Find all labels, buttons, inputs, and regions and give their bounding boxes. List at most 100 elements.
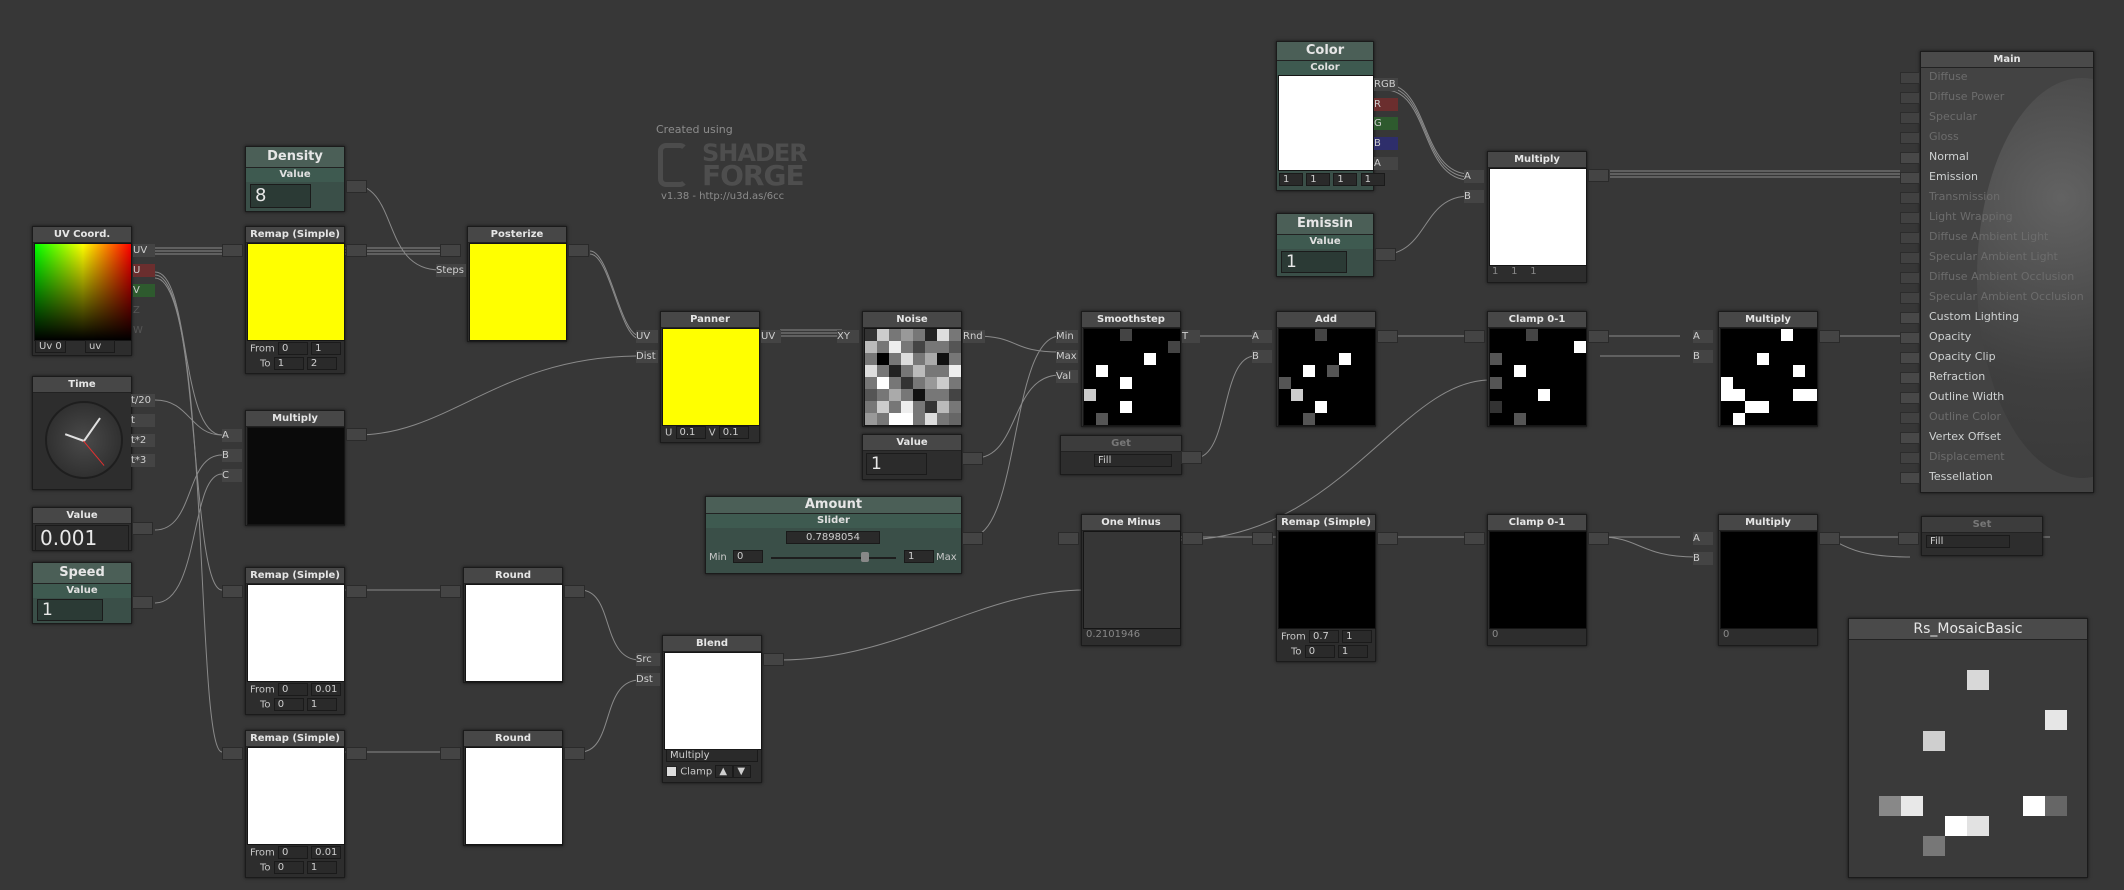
remap2-from-a[interactable]: 0 (277, 683, 308, 696)
panner-u-field[interactable]: 0.1 (675, 426, 706, 439)
amount-node[interactable]: Amount Slider 0.7898054 Min 0 1 Max (705, 496, 962, 574)
smoothstep-in-min[interactable]: Min (1056, 330, 1078, 343)
multiply-top-in-b[interactable]: B (1464, 190, 1484, 203)
multiply-a-in-c[interactable]: C (222, 469, 242, 482)
color-out-b[interactable]: B (1374, 137, 1398, 150)
color-out-g[interactable]: G (1374, 117, 1398, 130)
smoothstep-in-max[interactable]: Max (1056, 350, 1078, 363)
round1-out[interactable] (564, 585, 585, 598)
round1-in[interactable] (440, 585, 461, 598)
amount-slider-handle[interactable] (861, 552, 869, 562)
round2-out[interactable] (564, 747, 585, 760)
remap3-out[interactable] (346, 747, 367, 760)
add-in-b[interactable]: B (1252, 350, 1272, 363)
main-input-port[interactable] (1900, 72, 1920, 84)
emission-value-out[interactable] (1375, 248, 1396, 261)
panner-in-uv[interactable]: UV (636, 330, 658, 343)
smoothstep-node[interactable]: Smoothstep (1081, 311, 1181, 427)
remap2-to-a[interactable]: 0 (273, 698, 304, 711)
remap4-to-a[interactable]: 0 (1304, 645, 1335, 658)
remap3-node[interactable]: Remap (Simple) From 0 0.01 To 0 1 (245, 730, 345, 878)
main-input-port[interactable] (1900, 452, 1920, 464)
emission-value-field[interactable]: 1 (1281, 251, 1347, 273)
panner-node[interactable]: Panner U 0.1 V 0.1 (660, 311, 760, 443)
remap2-in[interactable] (222, 585, 243, 598)
amount-max-field[interactable]: 1 (904, 550, 934, 563)
one-minus-node[interactable]: One Minus 0.2101946 (1081, 514, 1181, 646)
amount-min-field[interactable]: 0 (733, 550, 763, 563)
multiply-mid-in-b[interactable]: B (1693, 350, 1713, 363)
uv-out-uv[interactable]: UV (133, 244, 155, 257)
remap4-node[interactable]: Remap (Simple) From 0.7 1 To 0 1 (1276, 514, 1376, 662)
multiply-low-in-a[interactable]: A (1693, 532, 1713, 545)
color-out-r[interactable]: R (1374, 98, 1398, 111)
uv-out-v[interactable]: V (133, 284, 155, 297)
up-arrow-icon[interactable]: ▲ (715, 765, 734, 778)
add-in-a[interactable]: A (1252, 330, 1272, 343)
remap2-node[interactable]: Remap (Simple) From 0 0.01 To 0 1 (245, 567, 345, 715)
speed-field[interactable]: 1 (37, 599, 103, 621)
multiply-low-out[interactable] (1819, 532, 1840, 545)
round2-node[interactable]: Round (463, 730, 563, 846)
get-fill-node[interactable]: Get Fill (1060, 435, 1182, 475)
add-out[interactable] (1377, 330, 1398, 343)
panner-v-field[interactable]: 0.1 (718, 426, 749, 439)
posterize-in[interactable] (440, 244, 461, 257)
remap1-node[interactable]: Remap (Simple) From 0 1 To 1 2 (245, 226, 345, 374)
remap3-from-b[interactable]: 0.01 (311, 846, 342, 859)
smoothstep-out-t[interactable]: T (1182, 330, 1200, 343)
density-field[interactable]: 8 (250, 184, 311, 208)
density-node[interactable]: Density Value 8 (245, 146, 345, 212)
remap4-in[interactable] (1252, 532, 1273, 545)
blend-in-dst[interactable]: Dst (636, 673, 660, 686)
color-node[interactable]: Color Color 1 1 1 1 (1276, 41, 1385, 191)
uv-out-z[interactable]: Z (133, 304, 155, 317)
speed-node[interactable]: Speed Value 1 (32, 562, 132, 624)
main-input-port[interactable] (1900, 132, 1920, 144)
main-input-port[interactable] (1900, 192, 1920, 204)
clamp1-in[interactable] (1464, 330, 1485, 343)
remap2-from-b[interactable]: 0.01 (311, 683, 342, 696)
main-input-port[interactable] (1900, 392, 1920, 404)
color-values[interactable]: 1 1 1 1 (1279, 173, 1385, 186)
remap1-out[interactable] (346, 244, 367, 257)
uv-coord-node[interactable]: UV Coord. Uv 0 uv (32, 226, 132, 356)
panner-in-dist[interactable]: Dist (636, 350, 658, 363)
noise-in-xy[interactable]: XY (837, 330, 859, 343)
add-node[interactable]: Add (1276, 311, 1376, 427)
clamp2-out[interactable] (1588, 532, 1609, 545)
remap4-to-b[interactable]: 1 (1337, 645, 1368, 658)
value-small-node[interactable]: Value 0.001 (32, 507, 132, 551)
time-out-t20[interactable]: t/20 (131, 394, 155, 407)
multiply-a-node[interactable]: Multiply (245, 410, 345, 526)
speed-out[interactable] (132, 596, 153, 609)
value-one-node[interactable]: Value 1 (862, 434, 962, 480)
panner-out-uv[interactable]: UV (761, 330, 781, 343)
blend-out[interactable] (763, 653, 784, 666)
density-out[interactable] (346, 180, 367, 193)
noise-out-rnd[interactable]: Rnd (963, 330, 985, 343)
smoothstep-in-val[interactable]: Val (1056, 370, 1078, 383)
value-small-field[interactable]: 0.001 (35, 525, 129, 551)
uv-channel-select[interactable]: Uv 0 (35, 340, 66, 353)
posterize-in-steps[interactable]: Steps (436, 264, 466, 277)
remap1-to-b[interactable]: 2 (306, 357, 337, 370)
main-input-port[interactable] (1900, 92, 1920, 104)
one-minus-out[interactable] (1182, 532, 1203, 545)
amount-value-field[interactable]: 0.7898054 (786, 531, 880, 544)
preview-panel[interactable]: Rs_MosaicBasic (1848, 618, 2088, 878)
main-input-port[interactable] (1900, 312, 1920, 324)
clamp2-in[interactable] (1464, 532, 1485, 545)
multiply-top-node[interactable]: Multiply 1 1 1 (1487, 151, 1587, 283)
main-input-port[interactable] (1900, 152, 1920, 164)
main-input-port[interactable] (1900, 172, 1920, 184)
one-minus-in[interactable] (1058, 532, 1079, 545)
blend-node[interactable]: Blend Multiply Clamp ▲ ▼ (662, 635, 762, 783)
value-one-out[interactable] (962, 452, 983, 465)
remap4-out[interactable] (1377, 532, 1398, 545)
multiply-a-in-a[interactable]: A (222, 429, 242, 442)
time-out-t[interactable]: t (131, 414, 155, 427)
multiply-mid-in-a[interactable]: A (1693, 330, 1713, 343)
main-input-port[interactable] (1900, 352, 1920, 364)
multiply-top-out[interactable] (1588, 169, 1609, 182)
